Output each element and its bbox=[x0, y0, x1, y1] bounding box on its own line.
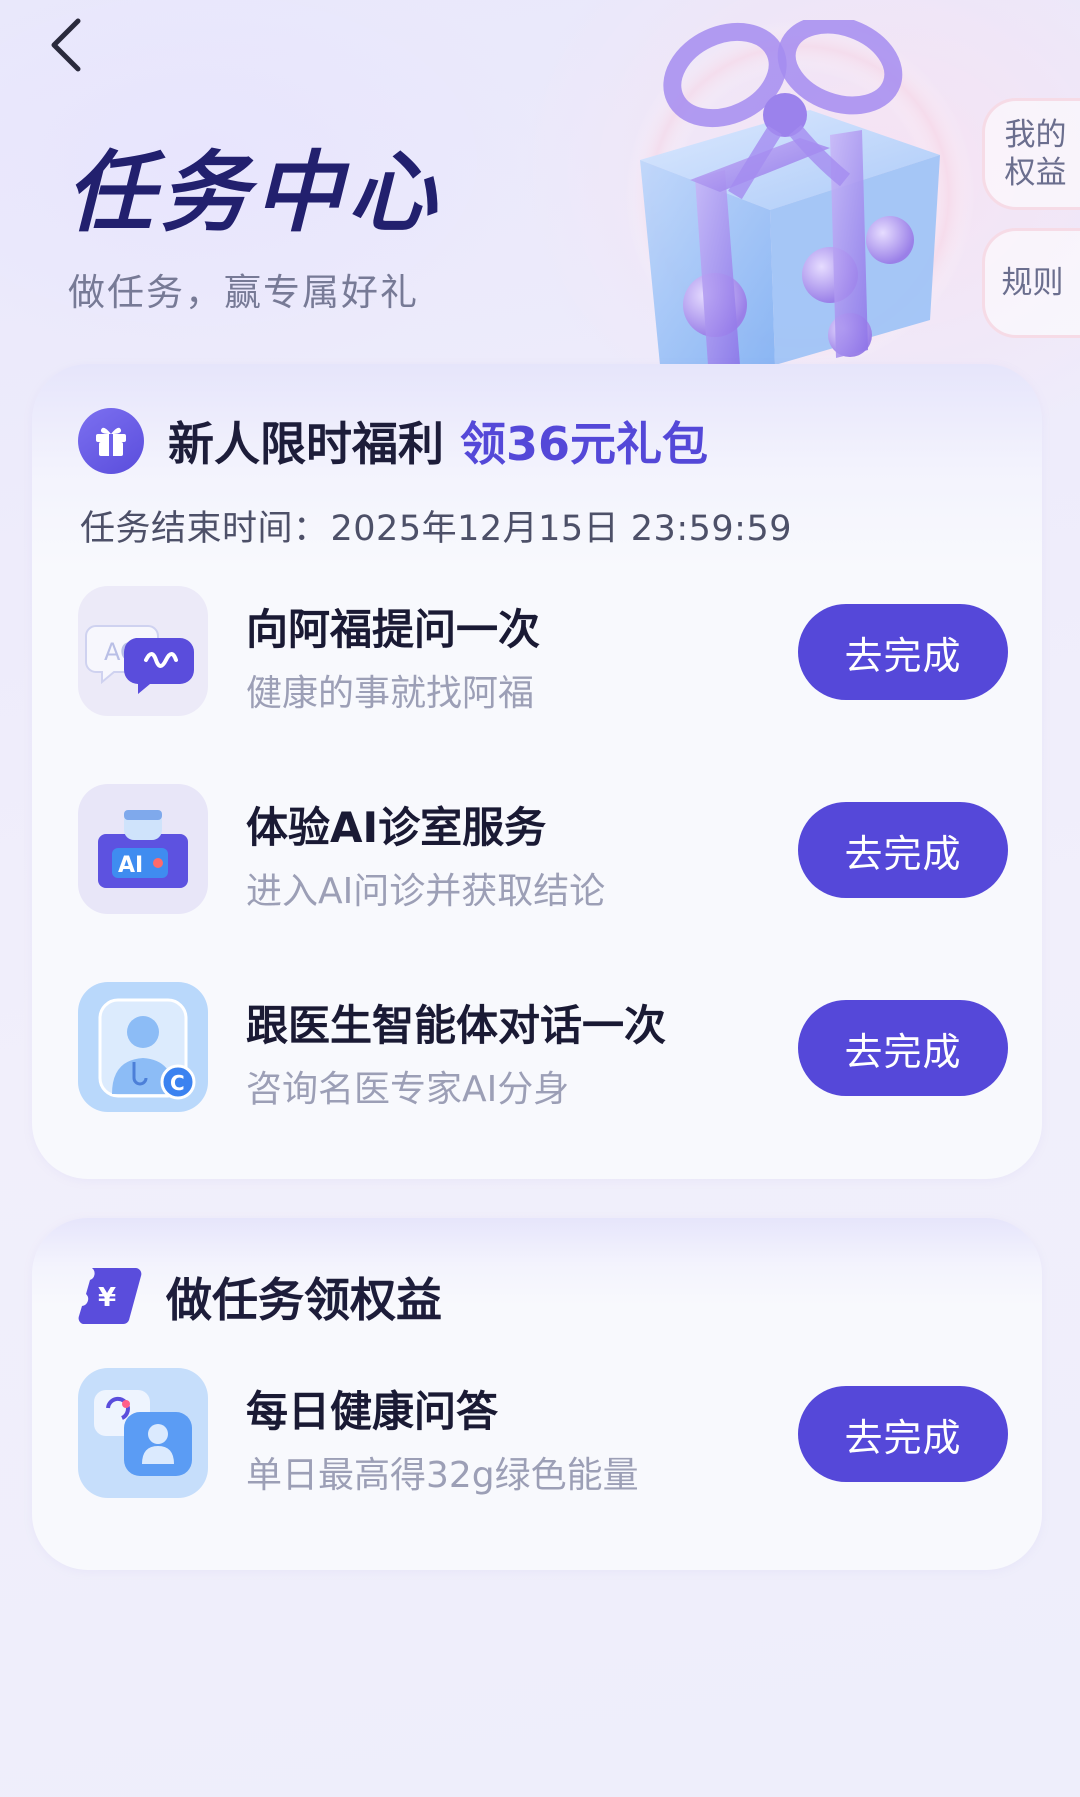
svg-text:¥: ¥ bbox=[98, 1283, 116, 1313]
task-complete-button[interactable]: 去完成 bbox=[798, 802, 1008, 898]
yen-coupon-icon: ¥ bbox=[78, 1262, 144, 1332]
newcomer-card-highlight: 领36元礼包 bbox=[460, 417, 709, 471]
task-row: 每日健康问答 单日最高得32g绿色能量 去完成 bbox=[78, 1368, 1008, 1500]
task-title: 跟医生智能体对话一次 bbox=[246, 1001, 667, 1050]
svg-text:C: C bbox=[170, 1071, 185, 1095]
task-row: AO 向阿福提问一次 健康的事就找阿福 去完成 bbox=[78, 586, 1008, 718]
user-chat-icon bbox=[78, 1368, 208, 1498]
gift-box-illustration bbox=[625, 20, 975, 365]
my-rights-tab[interactable]: 我的 权益 bbox=[982, 98, 1080, 210]
rights-card-header: ¥ 做任务领权益 bbox=[78, 1262, 442, 1332]
newcomer-card-header: 新人限时福利 领36元礼包 bbox=[78, 408, 708, 474]
chat-bubble-icon: AO bbox=[78, 586, 208, 716]
rights-card-title: 做任务领权益 bbox=[166, 1273, 442, 1327]
task-row: AI 体验AI诊室服务 进入AI问诊并获取结论 去完成 bbox=[78, 784, 1008, 916]
rules-label: 规则 bbox=[1001, 265, 1064, 301]
task-description: 进入AI问诊并获取结论 bbox=[246, 871, 606, 912]
task-title: 向阿福提问一次 bbox=[246, 605, 541, 654]
doctor-avatar-icon: C bbox=[78, 982, 208, 1112]
back-button[interactable] bbox=[38, 14, 94, 76]
ai-doctor-icon: AI bbox=[78, 784, 208, 914]
task-complete-button[interactable]: 去完成 bbox=[798, 1000, 1008, 1096]
task-title: 体验AI诊室服务 bbox=[246, 803, 547, 852]
rights-tasks-card: ¥ 做任务领权益 每日健康问答 单日最高得32g绿色能量 去完成 bbox=[32, 1218, 1042, 1570]
chevron-left-icon bbox=[51, 18, 81, 72]
my-rights-label-line2: 权益 bbox=[1004, 155, 1067, 191]
page-subtitle: 做任务，赢专属好礼 bbox=[68, 271, 419, 314]
task-description: 健康的事就找阿福 bbox=[246, 673, 535, 714]
newcomer-benefits-card: 新人限时福利 领36元礼包 任务结束时间：2025年12月15日 23:59:5… bbox=[32, 364, 1042, 1179]
gift-icon bbox=[78, 408, 144, 474]
deadline-value: 2025年12月15日 23:59:59 bbox=[330, 509, 792, 549]
task-row: C 跟医生智能体对话一次 咨询名医专家AI分身 去完成 bbox=[78, 982, 1008, 1114]
rules-tab[interactable]: 规则 bbox=[982, 228, 1080, 338]
task-description: 咨询名医专家AI分身 bbox=[246, 1069, 570, 1110]
task-title: 每日健康问答 bbox=[246, 1387, 499, 1436]
my-rights-label-line1: 我的 bbox=[1004, 117, 1067, 153]
page-title: 任务中心 bbox=[66, 141, 443, 244]
newcomer-card-title: 新人限时福利 bbox=[168, 417, 444, 471]
task-complete-button[interactable]: 去完成 bbox=[798, 604, 1008, 700]
deadline-label: 任务结束时间： bbox=[80, 509, 329, 549]
task-description: 单日最高得32g绿色能量 bbox=[246, 1455, 639, 1496]
task-deadline: 任务结束时间：2025年12月15日 23:59:59 bbox=[78, 500, 792, 551]
task-complete-button[interactable]: 去完成 bbox=[798, 1386, 1008, 1482]
svg-text:AI: AI bbox=[118, 853, 143, 878]
